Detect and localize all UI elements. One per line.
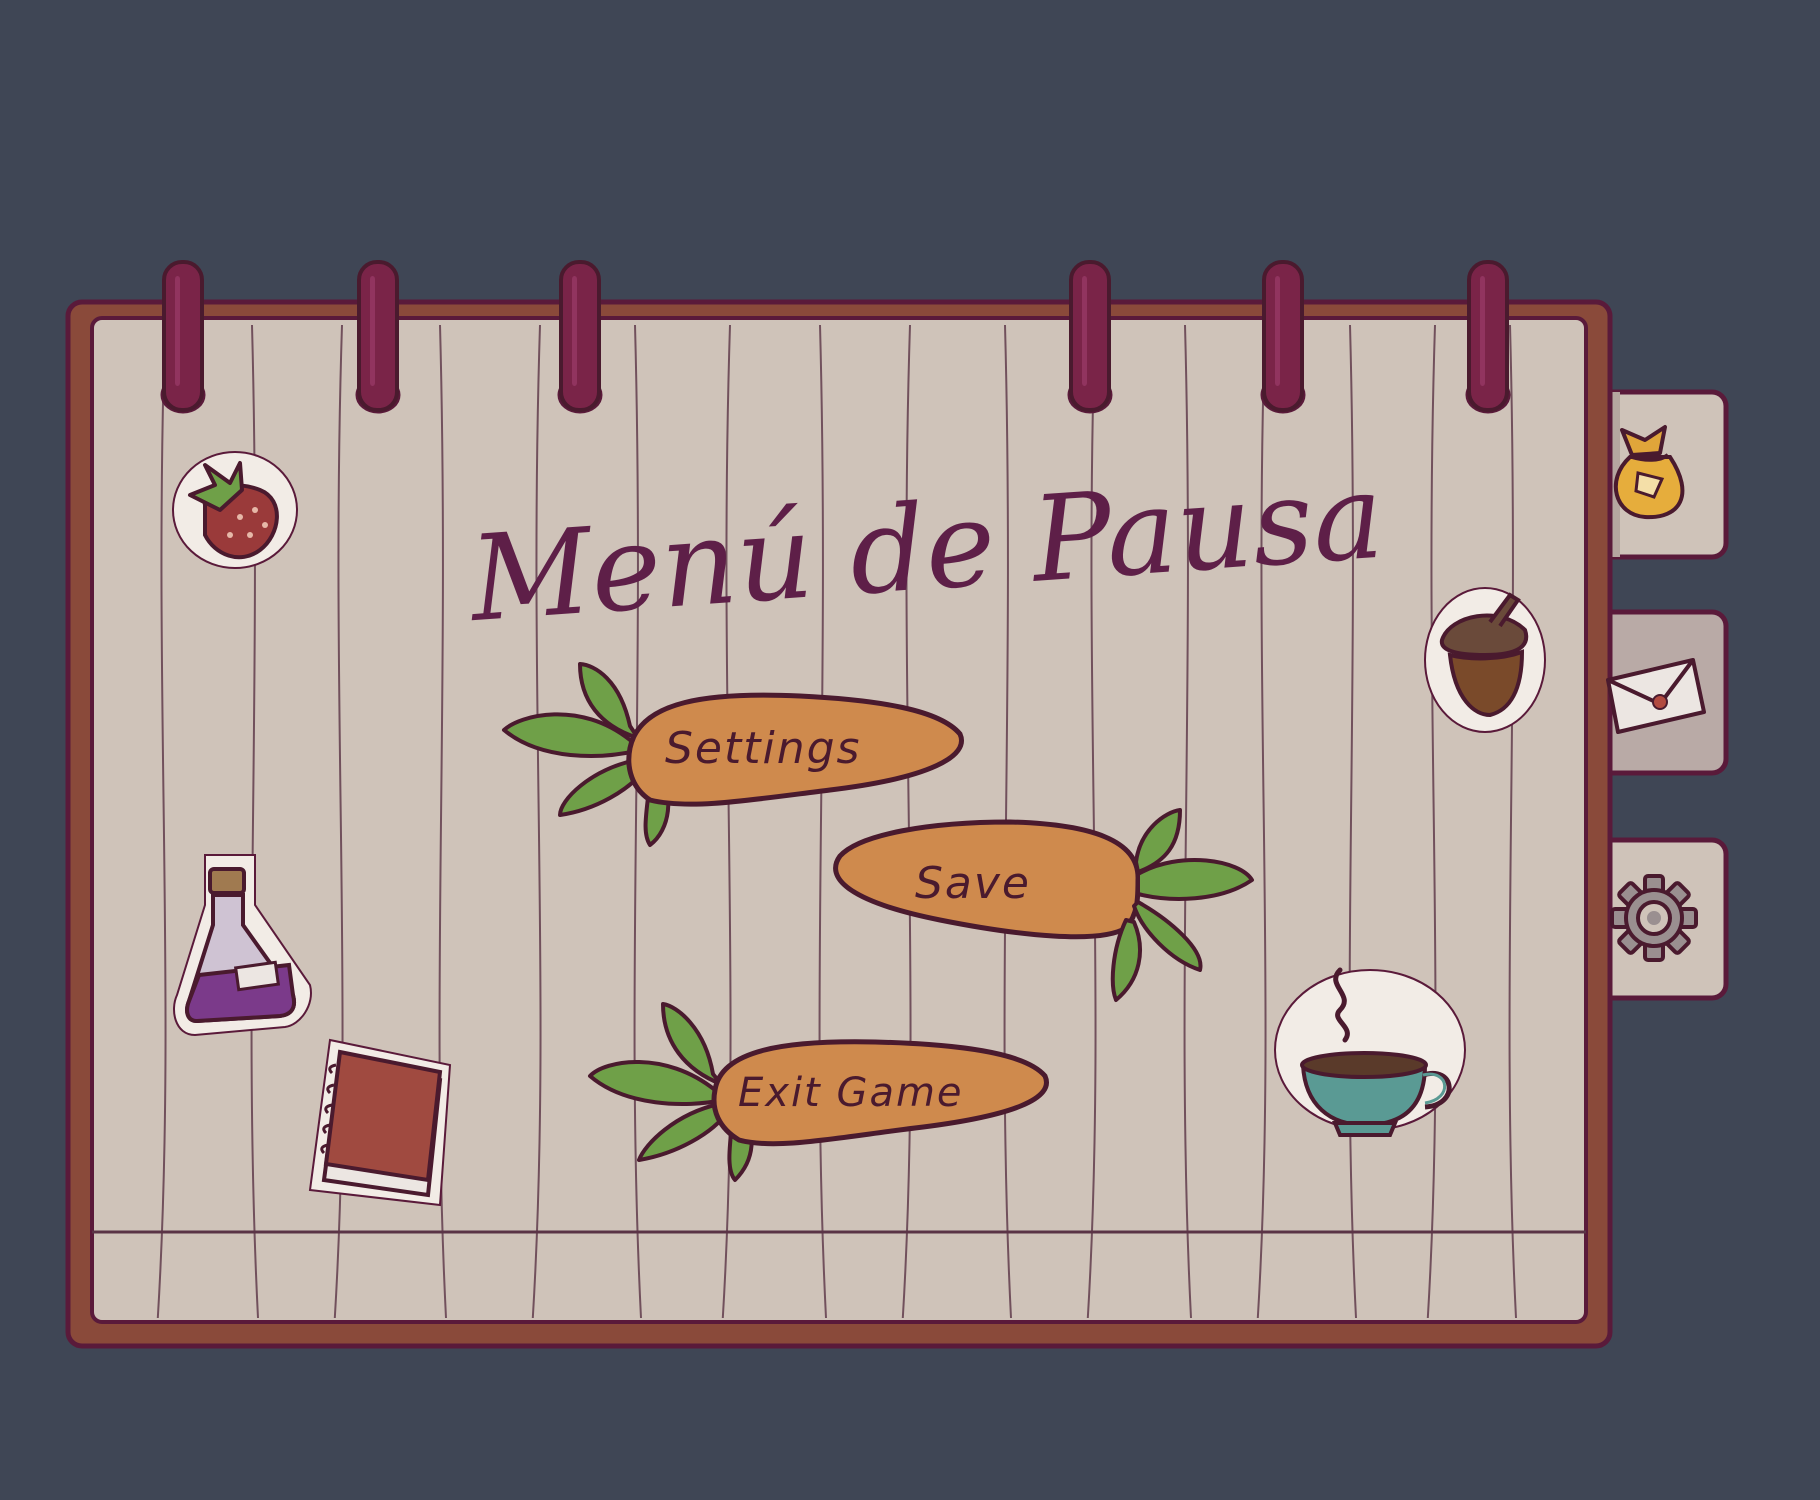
gear-icon (1610, 874, 1698, 962)
binder-ring (1260, 260, 1306, 414)
binder-ring (557, 260, 603, 414)
acorn-icon (1424, 587, 1546, 733)
strawberry-icon (172, 451, 298, 569)
settings-label: Settings (665, 723, 861, 774)
pause-menu-scene: Menú de Pausa Settings Save Exit Game (65, 260, 1729, 1349)
binder-ring (355, 260, 401, 414)
binder-ring (160, 260, 206, 414)
book-icon (308, 1038, 452, 1207)
binder-ring (1465, 260, 1511, 414)
save-label: Save (915, 858, 1031, 909)
exit-game-label: Exit Game (738, 1070, 964, 1116)
binder-ring (1067, 260, 1113, 414)
